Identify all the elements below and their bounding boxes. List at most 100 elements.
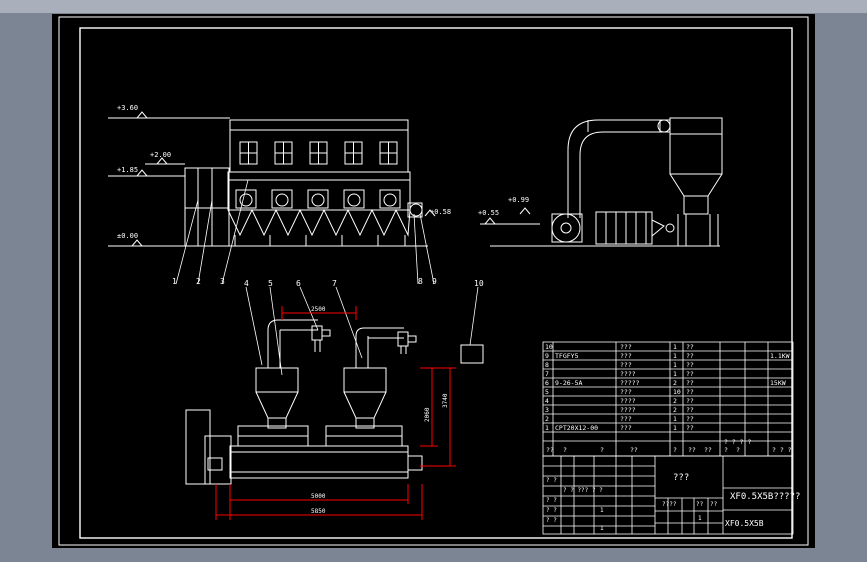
tb-row-e: ? ? [546, 517, 557, 524]
parts-cell-qty: 1 [673, 415, 677, 423]
parts-cell-mat: ?? [686, 415, 694, 423]
parts-cell-qty: 1 [673, 352, 677, 360]
parts-cell-code: TFGFY5 [555, 352, 579, 360]
hdr-3: ?? [630, 446, 638, 454]
dim-bottom-inner: 5000 [311, 493, 326, 500]
parts-cell-name: ??? [620, 343, 632, 351]
part-number-3: 3 [220, 277, 225, 286]
part-number-5: 5 [268, 279, 273, 288]
level-185: +1.85 [117, 166, 138, 174]
parts-cell-name: ????? [620, 379, 640, 387]
parts-cell-no: 8 [545, 361, 549, 369]
level-360: +3.60 [117, 104, 138, 112]
hdr-6: ?? [704, 446, 712, 454]
parts-header-row: ?? ? ? ?? ? ?? ?? ? ? ? ? ? ? ? ? ? [546, 438, 792, 454]
hdr-8: ? [736, 446, 740, 454]
tb-cell-j: 1 [600, 525, 604, 532]
parts-cell-mat: ?? [686, 388, 694, 396]
dim-height-a: 3740 [442, 393, 449, 408]
dimension-lines [215, 306, 456, 520]
parts-cell-note: 1.1KW [770, 352, 790, 360]
hdr-2: ? [600, 446, 604, 454]
level-099: +0.99 [508, 196, 529, 204]
parts-cell-no: 4 [545, 397, 549, 405]
elevation-view [108, 117, 428, 247]
level-000: ±0.00 [117, 232, 138, 240]
tb-row-d: ? ? [546, 507, 557, 514]
tb-cell-k: 1 [698, 515, 702, 522]
tb-cell-g: ?? [696, 501, 704, 508]
part-number-7: 7 [332, 279, 337, 288]
parts-cell-name: ??? [620, 424, 632, 432]
parts-cell-name: ???? [620, 397, 636, 405]
parts-cell-no: 10 [545, 343, 553, 351]
parts-cell-name: ??? [620, 361, 632, 369]
parts-cell-qty: 1 [673, 361, 677, 369]
title-center: ??? [673, 473, 689, 483]
hdr-5: ?? [688, 446, 696, 454]
parts-list-table [542, 341, 794, 457]
parts-cell-no: 3 [545, 406, 549, 414]
part-number-1: 1 [172, 277, 177, 286]
parts-cell-note: 15KW [770, 379, 786, 387]
parts-cell-mat: ?? [686, 397, 694, 405]
part-number-6: 6 [296, 279, 301, 288]
parts-cell-mat: ?? [686, 370, 694, 378]
plan-view [185, 319, 484, 485]
parts-cell-name: ??? [620, 415, 632, 423]
parts-cell-qty: 10 [673, 388, 681, 396]
parts-cell-no: 1 [545, 424, 549, 432]
drawing-number: XF0.5X5B [725, 519, 764, 528]
parts-cell-no: 2 [545, 415, 549, 423]
part-number-9: 9 [432, 277, 437, 286]
parts-cell-qty: 1 [673, 424, 677, 432]
parts-cell-no: 5 [545, 388, 549, 396]
parts-cell-qty: 2 [673, 397, 677, 405]
parts-cell-mat: ?? [686, 424, 694, 432]
level-200: +2.00 [150, 151, 171, 159]
tb-row-c: ? ? [546, 497, 557, 504]
parts-cell-mat: ?? [686, 379, 694, 387]
parts-cell-no: 9 [545, 352, 549, 360]
parts-cell-mat: ?? [686, 406, 694, 414]
parts-cell-mat: ?? [686, 352, 694, 360]
parts-cell-qty: 2 [673, 406, 677, 414]
cad-drawing: +3.60 +2.00 +1.85 ±0.00 +0.58 +0.55 +0.9… [58, 16, 809, 546]
parts-cell-no: 6 [545, 379, 549, 387]
tb-cell-h: ?? [710, 501, 718, 508]
parts-cell-name: ??? [620, 352, 632, 360]
hdr-1: ? [563, 446, 567, 454]
fan-units [235, 189, 401, 209]
hdr-0: ?? [546, 446, 554, 454]
parts-cell-name: ??? [620, 388, 632, 396]
parts-cell-code: CPT20X12-00 [555, 424, 598, 432]
tb-row-a: ? ? [546, 477, 557, 484]
parts-cell-name: ???? [620, 406, 636, 414]
level-055: +0.55 [478, 209, 499, 217]
hdr-7: ? [724, 446, 728, 454]
parts-cell-code: 9-26-5A [555, 379, 582, 387]
cyclone-view [480, 117, 723, 247]
parts-list-rows: 10??? 1 ?? 9 TFGFY5??? 1?? 1.1KW 8??? 1 ?? 7???? 1?… [545, 343, 790, 432]
part-number-4: 4 [244, 279, 249, 288]
dim-top-span: 2500 [311, 306, 326, 313]
windows [239, 141, 398, 165]
parts-cell-name: ???? [620, 370, 636, 378]
part-number-10: 10 [474, 279, 484, 288]
part-numbers: 1 2 3 4 5 6 7 8 9 10 [172, 277, 484, 288]
dimension-labels: 2500 5000 5850 3740 2060 [311, 306, 449, 515]
tb-cell-i: 1 [600, 507, 604, 514]
tb-row-b: ? ? ??? ? ? [563, 487, 603, 494]
hdr-9: ? ? ? ? [724, 438, 751, 446]
parts-cell-qty: 2 [673, 379, 677, 387]
hdr-10: ? ? ? [772, 446, 792, 454]
tb-cell-f: ???? [662, 501, 677, 508]
dim-height-b: 2060 [424, 407, 431, 422]
part-number-2: 2 [196, 277, 201, 286]
level-marks [131, 111, 531, 247]
part-number-8: 8 [418, 277, 423, 286]
parts-cell-no: 7 [545, 370, 549, 378]
parts-cell-mat: ?? [686, 361, 694, 369]
drawing-name: XF0.5X5B????? [730, 492, 800, 502]
level-058: +0.58 [430, 208, 451, 216]
